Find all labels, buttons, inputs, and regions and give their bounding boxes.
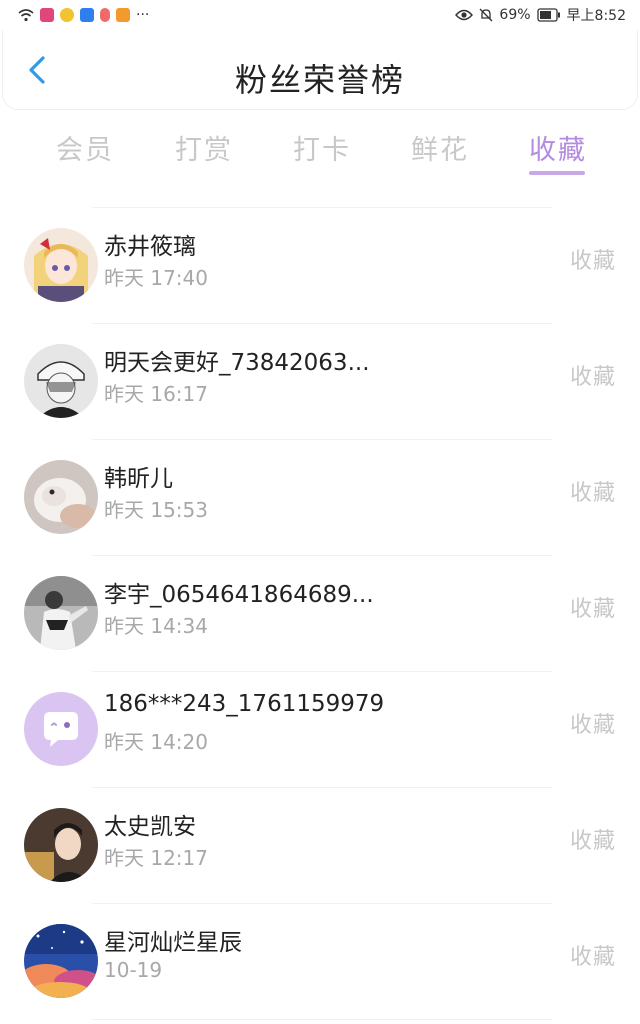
fan-name: 赤井筱璃: [104, 234, 196, 260]
avatar[interactable]: [24, 344, 98, 418]
avatar[interactable]: [24, 692, 98, 766]
list-item[interactable]: 186***243_1761159979 昨天 14:20 收藏: [0, 671, 640, 787]
tab-bar: 会员 打赏 打卡 鲜花 收藏: [0, 118, 640, 180]
fan-name: 韩昕儿: [104, 466, 173, 492]
app-notification-icon: [100, 8, 110, 22]
app-notification-icon: [40, 8, 54, 22]
sketch-boy-avatar-image: [24, 344, 98, 418]
status-right: 69% 早上8:52: [455, 5, 626, 25]
favorite-label: 收藏: [569, 481, 616, 506]
chat-bubble-avatar-image: [24, 692, 98, 766]
fan-time: 昨天 17:40: [104, 266, 208, 290]
favorite-label: 收藏: [569, 597, 616, 622]
more-notifications-icon: ···: [136, 7, 150, 23]
status-bar: ··· 69% 早上8:52: [0, 0, 640, 30]
status-left: ···: [18, 7, 149, 23]
page-title: 粉丝荣誉榜: [234, 61, 405, 99]
tab-checkin[interactable]: 打卡: [293, 128, 351, 167]
favorite-label: 收藏: [569, 249, 616, 274]
fan-name: 明天会更好_73842063...: [104, 350, 370, 376]
list-item[interactable]: 赤井筱璃 昨天 17:40 收藏: [0, 207, 640, 323]
tab-membership[interactable]: 会员: [56, 128, 114, 167]
fan-time: 昨天 14:20: [104, 730, 208, 754]
fan-time: 10-19: [104, 958, 163, 982]
fan-name: 李宇_0654641864689...: [104, 582, 374, 608]
fan-time: 昨天 14:34: [104, 614, 208, 638]
favorite-label: 收藏: [569, 945, 616, 970]
avatar[interactable]: [24, 808, 98, 882]
mute-bell-icon: [479, 8, 493, 22]
avatar[interactable]: [24, 924, 98, 998]
fan-name: 太史凯安: [104, 814, 196, 840]
list-item[interactable]: 星河灿烂星辰 10-19 收藏: [0, 903, 640, 1019]
anime-girl-avatar-image: [24, 228, 98, 302]
app-notification-icon: [60, 8, 74, 22]
eye-icon: [455, 9, 474, 21]
fan-name: 星河灿烂星辰: [104, 930, 242, 956]
battery-percent: 69%: [499, 7, 531, 23]
avatar[interactable]: [24, 460, 98, 534]
tab-flowers[interactable]: 鲜花: [411, 128, 469, 167]
list-divider: [92, 1019, 552, 1020]
list-item[interactable]: 明天会更好_73842063... 昨天 16:17 收藏: [0, 323, 640, 439]
fan-time: 昨天 16:17: [104, 382, 208, 406]
list-item[interactable]: 李宇_0654641864689... 昨天 14:34 收藏: [0, 555, 640, 671]
favorite-label: 收藏: [569, 713, 616, 738]
fan-time: 昨天 12:17: [104, 846, 208, 870]
wifi-icon: [18, 9, 34, 22]
hamster-avatar-image: [24, 460, 98, 534]
battery-icon: [536, 8, 560, 22]
video-app-icon: [116, 8, 130, 22]
fan-time: 昨天 15:53: [104, 498, 208, 522]
fan-name: 186***243_1761159979: [104, 691, 385, 717]
tab-tips[interactable]: 打赏: [175, 128, 233, 167]
active-tab-indicator: [529, 171, 585, 175]
person-photo-avatar-image: [24, 576, 98, 650]
starry-sky-avatar-image: [24, 924, 98, 998]
tab-favorites[interactable]: 收藏: [529, 128, 587, 167]
favorite-label: 收藏: [569, 829, 616, 854]
avatar[interactable]: [24, 228, 98, 302]
header-bar: 粉丝荣誉榜: [2, 30, 638, 110]
portrait-avatar-image: [24, 808, 98, 882]
clock: 早上8:52: [566, 8, 626, 24]
list-item[interactable]: 太史凯安 昨天 12:17 收藏: [0, 787, 640, 903]
avatar[interactable]: [24, 576, 98, 650]
app-notification-icon: [80, 8, 94, 22]
list-item[interactable]: 韩昕儿 昨天 15:53 收藏: [0, 439, 640, 555]
favorite-label: 收藏: [569, 365, 616, 390]
